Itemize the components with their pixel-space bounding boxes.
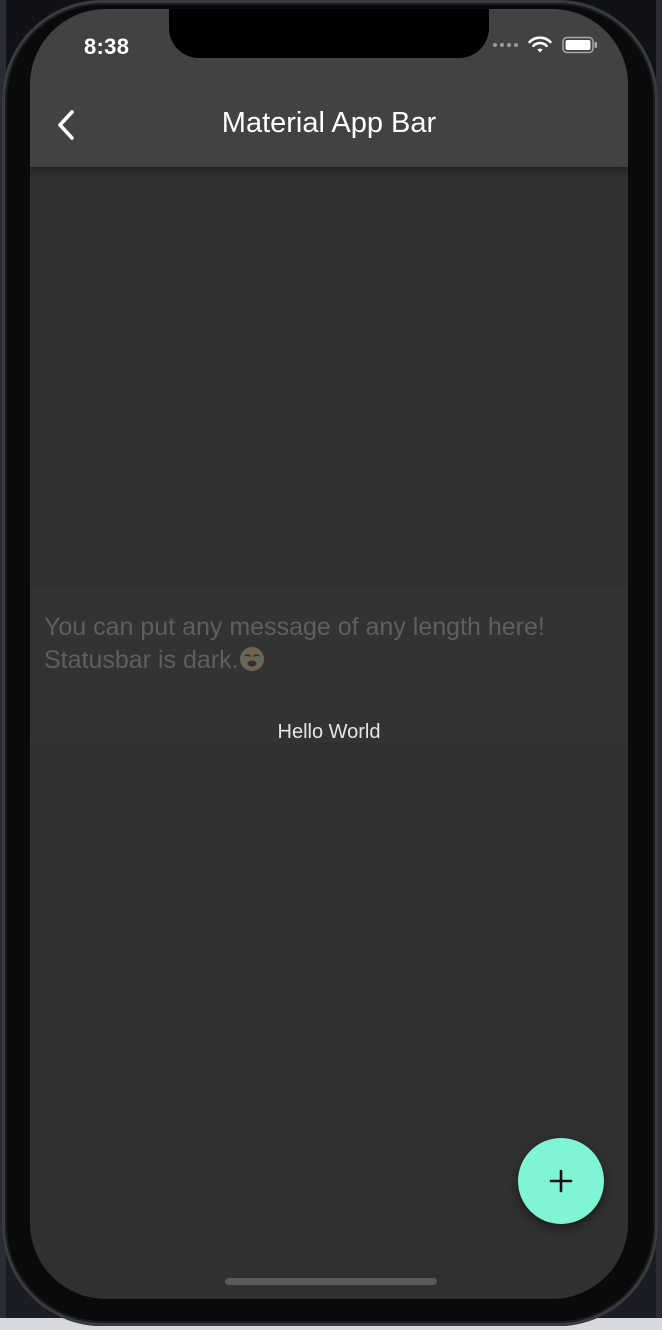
battery-icon (562, 36, 597, 54)
add-fab-button[interactable] (518, 1138, 604, 1224)
status-time: 8:38 (84, 34, 130, 59)
hello-world-text: Hello World (277, 721, 381, 743)
message-panel: You can put any message of any length he… (30, 587, 628, 743)
phone-frame: 8:38 Material App Bar You can put any me… (2, 0, 658, 1326)
message-text: You can put any message of any length he… (44, 611, 604, 677)
message-line-1: You can put any message of any length he… (44, 613, 545, 641)
page-title: Material App Bar (221, 107, 437, 139)
wifi-icon (528, 36, 552, 53)
home-indicator[interactable] (225, 1278, 437, 1285)
status-icons (493, 36, 598, 54)
message-line-2: Statusbar is dark. (44, 646, 239, 674)
signal-icon (493, 43, 518, 47)
phone-screen: 8:38 Material App Bar You can put any me… (30, 9, 628, 1299)
app-bar: Material App Bar (30, 81, 628, 167)
phone-notch (169, 9, 489, 58)
plus-icon (549, 1169, 573, 1193)
crying-face-emoji (239, 647, 264, 671)
